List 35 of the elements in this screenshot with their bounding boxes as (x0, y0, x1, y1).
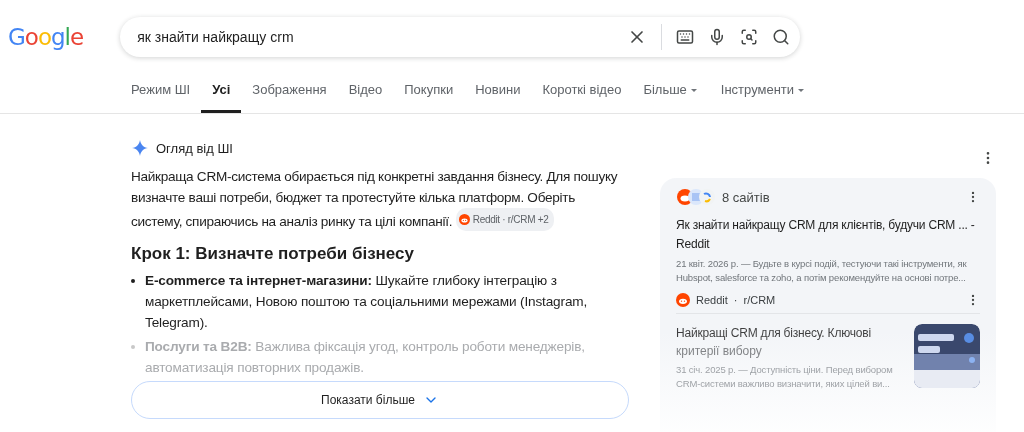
overview-paragraph: Найкраща CRM-система обирається під конкретні завдання бізнесу. Для пошуку визначте ваші потреби, бюджет та протестуйте кілька платформ. Оберіть систему, спираючись на аналіз ринку та цілі компанії. Reddit · r/CRM +2 (131, 168, 619, 232)
search-icon[interactable] (772, 28, 791, 46)
source-title[interactable]: Як знайти найкращу CRM для клієнтів, будучи CRM ... - Reddit (676, 216, 980, 254)
bullet-text: E-commerce та інтернет-магазини: Шукайте глибоку інтеграцію з маркетплейсами, Новою поштою та соціальними мережами (Instagram, Telegram). (145, 272, 589, 332)
camera-lens-icon[interactable] (740, 28, 759, 46)
reddit-icon (676, 293, 690, 307)
query-text: як знайти найкращу crm (137, 29, 294, 45)
sites-count: 8 сайтів (722, 189, 770, 205)
tab[interactable]: Короткі відео (531, 79, 633, 113)
source-snippet: 31 січ. 2025 р. — Доступність ціни. Перед вибором CRM-системи важливо визначити, яких цілей ви... (676, 363, 894, 391)
separator-dot: · (733, 294, 738, 306)
reddit-icon (458, 214, 470, 225)
overview-title: Огляд від ШІ (156, 140, 233, 156)
tab[interactable]: Відео (337, 79, 394, 113)
tab[interactable]: Більше (632, 79, 710, 113)
show-more-button[interactable]: Показати більше (131, 381, 629, 419)
source-title[interactable]: критерії вибору (676, 343, 902, 360)
tab[interactable]: Зображення (241, 79, 338, 113)
citation-chip[interactable]: Reddit · r/CRM +2 (455, 208, 555, 231)
source-item[interactable]: Найкращі CRM для бізнесу. Ключові критерії вибору 31 січ. 2025 р. — Доступність ціни. Перед вибором CRM-системи важливо визначити, яких цілей ви... (676, 314, 980, 397)
google-logo[interactable]: Google (8, 21, 86, 53)
sparkle-icon (132, 140, 148, 156)
tab[interactable]: Покупки (393, 79, 465, 113)
step-heading: Крок 1: Визначте потреби бізнесу (131, 244, 415, 264)
search-field[interactable]: як знайти найкращу crm (120, 17, 801, 57)
source-site[interactable]: Reddit (696, 294, 728, 306)
tab[interactable]: Режим ШІ (120, 79, 202, 113)
tab[interactable]: Інструменти (709, 79, 818, 113)
source-title[interactable]: Найкращі CRM для бізнесу. Ключові (676, 324, 902, 343)
source-path: r/CRM (743, 294, 776, 306)
tab[interactable]: Новини (464, 79, 532, 113)
tab[interactable]: Усі (201, 79, 242, 113)
source-snippet: 21 квіт. 2026 р. — Будьте в курсі подій, тестуючи такі інструменти, як Hubspot, salesforce та zoho, а потім рекомендуйте на основі потре... (676, 257, 968, 285)
keyboard-icon[interactable] (676, 28, 695, 46)
bullet-text: Послуги та B2B: Важлива фіксація угод, контроль роботи менеджерів, автоматизація повторних продажів. (145, 338, 586, 377)
